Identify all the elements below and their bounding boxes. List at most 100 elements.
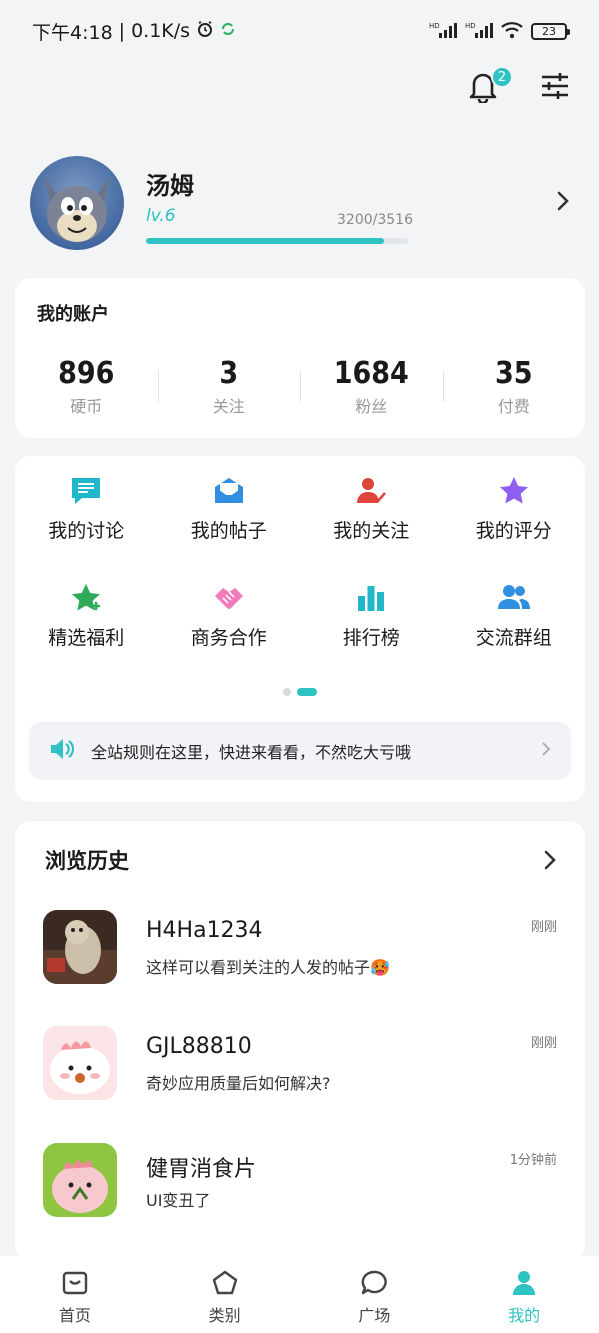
history-user: H4Ha1234: [146, 918, 263, 943]
page-dot-active: [297, 688, 317, 696]
bar-chart-icon: [354, 581, 388, 615]
menu-item-label: 商务合作: [190, 627, 267, 649]
svg-text:HD: HD: [429, 22, 440, 30]
pentagon-icon: [150, 1268, 300, 1298]
menu-item-label: 我的帖子: [190, 520, 267, 542]
account-stats: 896 硬币 3 关注 1684 粉丝 35 付费: [15, 356, 585, 417]
bottom-tab-bar: 首页 类别 广场 我的: [0, 1256, 599, 1333]
handshake-icon: [212, 581, 246, 615]
menu-item-label: 排行榜: [342, 627, 400, 649]
chevron-right-icon[interactable]: [556, 190, 570, 216]
tab-label: 类别: [208, 1306, 241, 1325]
menu-item-discussions[interactable]: 我的讨论: [15, 474, 158, 543]
avatar[interactable]: [30, 156, 124, 250]
history-item[interactable]: 健胃消食片 UI变丑了 1分钟前: [43, 1143, 557, 1217]
menu-grid: 我的讨论 我的帖子 我的关注 我的评分 精选福利 商务合作 排行榜 交流群组: [15, 474, 585, 650]
notice-text: 全站规则在这里，快进来看看，不然吃大亏哦: [91, 743, 412, 762]
menu-item-benefits[interactable]: 精选福利: [15, 581, 158, 650]
status-bar: 下午4:18 | 0.1K/s HD HD 23: [0, 0, 599, 62]
stat-label: 粉丝: [355, 397, 388, 416]
status-left: 下午4:18 | 0.1K/s: [32, 18, 429, 45]
menu-item-groups[interactable]: 交流群组: [443, 581, 586, 650]
menu-item-ranking[interactable]: 排行榜: [300, 581, 443, 650]
chat-bubble-icon: [300, 1268, 450, 1298]
sync-icon: [220, 20, 236, 42]
history-thumbnail: [43, 910, 117, 984]
stat-value: 35: [494, 356, 533, 391]
home-icon: [0, 1268, 150, 1298]
signal-icon: HD: [429, 21, 457, 42]
status-divider: |: [118, 20, 126, 42]
menu-item-label: 交流群组: [475, 627, 552, 649]
network-speed: 0.1K/s: [131, 20, 191, 42]
stat-following[interactable]: 3 关注: [157, 356, 301, 417]
username: 汤姆: [146, 172, 194, 200]
menu-item-label: 我的关注: [333, 520, 410, 542]
sliders-icon: [540, 72, 570, 104]
notification-button[interactable]: 2: [467, 66, 513, 106]
status-time: 下午4:18: [32, 21, 113, 44]
group-icon: [497, 581, 531, 615]
tab-category[interactable]: 类别: [150, 1256, 300, 1333]
history-message: 这样可以看到关注的人发的帖子🥵: [146, 958, 390, 977]
wifi-icon: [501, 21, 523, 42]
exp-text: 3200/3516: [337, 212, 413, 228]
history-item[interactable]: GJL88810 奇妙应用质量后如何解决? 刚刚: [43, 1026, 557, 1100]
header-actions: 2: [467, 66, 571, 106]
tab-label: 广场: [358, 1306, 391, 1325]
stat-value: 3: [219, 356, 239, 391]
user-check-icon: [354, 474, 388, 508]
history-time: 1分钟前: [509, 1153, 557, 1168]
profile-section[interactable]: 汤姆 lv.6 3200/3516: [30, 156, 570, 252]
tab-label: 首页: [58, 1306, 91, 1325]
tab-square[interactable]: 广场: [300, 1256, 450, 1333]
history-card: 浏览历史 H4Ha1234 这样可以看到关注的人发的帖子🥵 刚刚 GJL8881…: [15, 821, 585, 1261]
status-right: HD HD 23: [429, 21, 570, 42]
alarm-icon: [196, 20, 214, 43]
tab-home[interactable]: 首页: [0, 1256, 150, 1333]
exp-progress-bar: [146, 238, 408, 244]
tab-mine[interactable]: 我的: [449, 1256, 599, 1333]
menu-card: 我的讨论 我的帖子 我的关注 我的评分 精选福利 商务合作 排行榜 交流群组 全…: [15, 456, 585, 802]
signal-icon-2: HD: [465, 21, 493, 42]
history-user: 健胃消食片: [146, 1157, 257, 1182]
menu-item-label: 我的讨论: [48, 520, 125, 542]
level-label: lv.6: [146, 206, 176, 226]
history-item[interactable]: H4Ha1234 这样可以看到关注的人发的帖子🥵 刚刚: [43, 910, 557, 984]
star-plus-icon: [69, 581, 103, 615]
menu-item-posts[interactable]: 我的帖子: [158, 474, 301, 543]
person-icon: [449, 1268, 599, 1298]
menu-item-ratings[interactable]: 我的评分: [443, 474, 586, 543]
history-time: 刚刚: [530, 1036, 557, 1051]
chevron-right-icon[interactable]: [543, 849, 557, 875]
history-title: 浏览历史: [45, 849, 129, 873]
battery-icon: 23: [531, 22, 570, 40]
history-message: UI变丑了: [146, 1191, 211, 1210]
chat-icon: [69, 474, 103, 508]
svg-text:HD: HD: [465, 22, 476, 30]
notification-badge: 2: [491, 66, 513, 88]
page-dot: [283, 688, 291, 696]
stat-coins[interactable]: 896 硬币: [15, 356, 158, 417]
stat-fans[interactable]: 1684 粉丝: [300, 356, 443, 417]
stat-label: 硬币: [70, 397, 103, 416]
history-message: 奇妙应用质量后如何解决?: [146, 1074, 331, 1093]
menu-item-business[interactable]: 商务合作: [158, 581, 301, 650]
menu-item-label: 我的评分: [475, 520, 552, 542]
stat-label: 付费: [497, 397, 530, 416]
settings-button[interactable]: [539, 70, 571, 106]
star-icon: [497, 474, 531, 508]
tab-label: 我的: [508, 1306, 541, 1325]
notice-banner[interactable]: 全站规则在这里，快进来看看，不然吃大亏哦: [29, 722, 571, 780]
speaker-icon: [49, 737, 75, 765]
account-title: 我的账户: [37, 304, 109, 325]
battery-level: 23: [542, 24, 556, 38]
menu-item-label: 精选福利: [48, 627, 125, 649]
mail-icon: [212, 474, 246, 508]
stat-paid[interactable]: 35 付费: [442, 356, 586, 417]
menu-item-following[interactable]: 我的关注: [300, 474, 443, 543]
history-thumbnail: [43, 1026, 117, 1100]
exp-progress-fill: [146, 238, 385, 244]
history-thumbnail: [43, 1143, 117, 1217]
account-card: 我的账户 896 硬币 3 关注 1684 粉丝 35 付费: [15, 278, 585, 438]
